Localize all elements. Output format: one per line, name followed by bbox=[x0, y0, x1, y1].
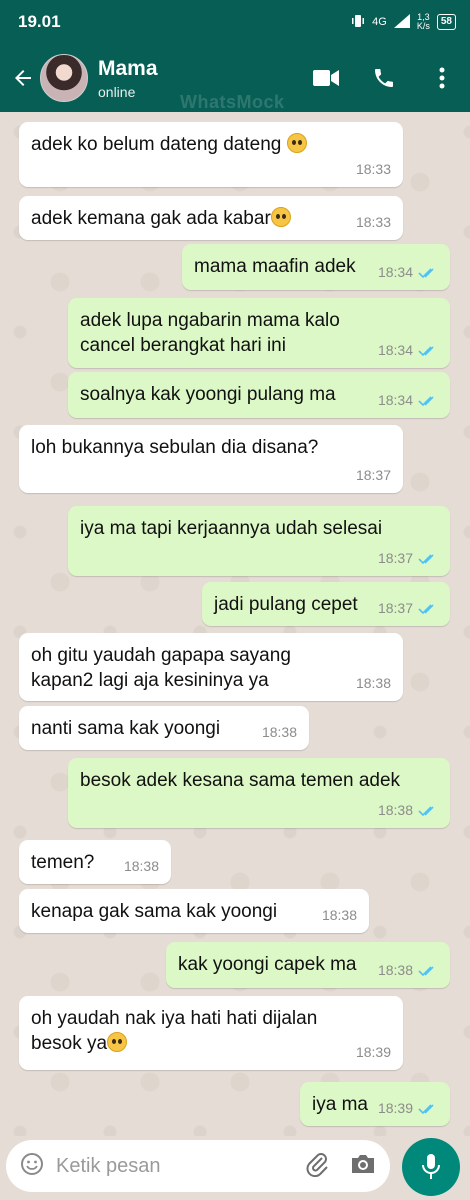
message-time: 18:37 bbox=[377, 600, 413, 616]
message-time: 18:38 bbox=[355, 675, 391, 691]
network-label: 4G bbox=[372, 16, 387, 28]
status-time: 19.01 bbox=[18, 12, 61, 31]
message-time: 18:34 bbox=[377, 342, 413, 358]
message-incoming: kenapa gak sama kak yoongi 18:38 bbox=[19, 889, 369, 933]
message-input[interactable] bbox=[56, 1154, 276, 1178]
message-outgoing: adek lupa ngabarin mama kalo cancel bera… bbox=[68, 298, 450, 368]
message-time: 18:38 bbox=[377, 962, 413, 978]
chat-area[interactable]: adek ko belum dateng dateng 18:33 adek k… bbox=[0, 112, 470, 1136]
emoji-icon[interactable] bbox=[20, 1152, 44, 1181]
message-time: 18:34 bbox=[377, 392, 413, 408]
message-incoming: adek ko belum dateng dateng 18:33 bbox=[19, 122, 403, 187]
message-time: 18:37 bbox=[355, 467, 391, 483]
net-speed: 1,3 K/s bbox=[417, 13, 430, 31]
watermark: WhatsMock bbox=[180, 92, 285, 112]
message-time: 18:34 bbox=[377, 264, 413, 280]
status-bar: 19.01 4G 1,3 K/s 58 bbox=[0, 0, 470, 44]
message-text: iya ma tapi kerjaannya udah selesai bbox=[80, 518, 383, 539]
contact-info[interactable]: Mama online bbox=[98, 57, 158, 100]
input-bar bbox=[0, 1136, 470, 1200]
message-text: adek kemana gak ada kabar bbox=[31, 206, 391, 231]
message-outgoing: kak yoongi capek ma 18:38 bbox=[166, 942, 450, 988]
pleading-face-icon bbox=[286, 133, 307, 153]
message-text: loh bukannya sebulan dia disana? bbox=[31, 437, 319, 458]
contact-name: Mama bbox=[98, 56, 158, 80]
message-composer bbox=[6, 1140, 390, 1192]
message-time: 18:38 bbox=[377, 802, 413, 818]
message-incoming: adek kemana gak ada kabar 18:33 bbox=[19, 196, 403, 240]
message-time: 18:33 bbox=[355, 214, 391, 230]
message-incoming: temen? 18:38 bbox=[19, 840, 171, 884]
vibrate-icon bbox=[351, 14, 365, 31]
signal-icon bbox=[393, 13, 410, 31]
message-time: 18:38 bbox=[261, 724, 297, 740]
battery-icon: 58 bbox=[436, 14, 456, 30]
read-ticks-icon bbox=[418, 965, 434, 976]
message-outgoing: jadi pulang cepet 18:37 bbox=[202, 582, 450, 626]
message-text: nanti sama kak yoongi bbox=[31, 718, 221, 739]
phone-icon[interactable] bbox=[370, 64, 398, 92]
message-text: oh yaudah nak iya hati hati dijalan beso… bbox=[31, 1008, 318, 1054]
message-outgoing: soalnya kak yoongi pulang ma 18:34 bbox=[68, 372, 450, 418]
read-ticks-icon bbox=[418, 1103, 434, 1114]
camera-icon[interactable] bbox=[350, 1153, 376, 1180]
read-ticks-icon bbox=[418, 553, 434, 564]
read-ticks-icon bbox=[418, 267, 434, 278]
read-ticks-icon bbox=[418, 395, 434, 406]
more-vert-icon[interactable] bbox=[428, 64, 456, 92]
message-text: adek ko belum dateng dateng bbox=[31, 132, 391, 157]
message-incoming: oh yaudah nak iya hati hati dijalan beso… bbox=[19, 996, 403, 1070]
read-ticks-icon bbox=[418, 603, 434, 614]
header-actions bbox=[312, 64, 456, 92]
message-outgoing: iya ma tapi kerjaannya udah selesai 18:3… bbox=[68, 506, 450, 576]
pleading-face-icon bbox=[270, 207, 291, 227]
face-blowing-a-kiss-icon bbox=[107, 1032, 128, 1052]
message-time: 18:39 bbox=[355, 1044, 391, 1060]
contact-status: online bbox=[98, 83, 136, 100]
message-incoming: nanti sama kak yoongi 18:38 bbox=[19, 706, 309, 750]
message-text: kenapa gak sama kak yoongi bbox=[31, 901, 278, 922]
read-ticks-icon bbox=[418, 805, 434, 816]
video-call-icon[interactable] bbox=[312, 64, 340, 92]
mic-icon bbox=[422, 1154, 440, 1179]
message-outgoing: iya ma 18:39 bbox=[300, 1082, 450, 1126]
read-ticks-icon bbox=[418, 345, 434, 356]
mic-button[interactable] bbox=[402, 1138, 460, 1196]
message-outgoing: mama maafin adek 18:34 bbox=[182, 244, 450, 290]
net-speed-unit: K/s bbox=[416, 21, 430, 31]
back-arrow-icon[interactable] bbox=[8, 58, 38, 98]
message-text: besok adek kesana sama temen adek bbox=[80, 770, 401, 791]
attach-icon[interactable] bbox=[306, 1151, 328, 1182]
message-incoming: loh bukannya sebulan dia disana? 18:37 bbox=[19, 425, 403, 493]
message-time: 18:38 bbox=[123, 858, 159, 874]
message-text: oh gitu yaudah gapapa sayang kapan2 lagi… bbox=[31, 645, 291, 691]
message-time: 18:37 bbox=[377, 550, 413, 566]
message-incoming: oh gitu yaudah gapapa sayang kapan2 lagi… bbox=[19, 633, 403, 701]
status-icons: 4G 1,3 K/s 58 bbox=[351, 13, 456, 31]
message-outgoing: besok adek kesana sama temen adek 18:38 bbox=[68, 758, 450, 828]
message-time: 18:39 bbox=[377, 1100, 413, 1116]
message-time: 18:33 bbox=[355, 161, 391, 177]
message-time: 18:38 bbox=[321, 907, 357, 923]
avatar[interactable] bbox=[40, 54, 88, 102]
